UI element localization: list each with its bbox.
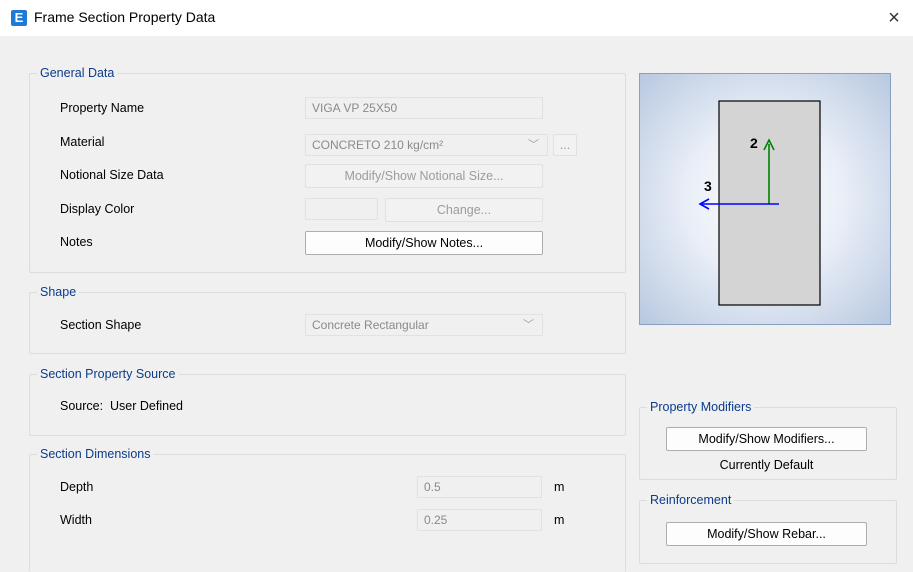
display-color-label: Display Color [60,202,135,216]
close-button[interactable]: × [881,5,907,31]
property-name-label: Property Name [60,101,145,115]
depth-label: Depth [60,480,94,494]
width-input[interactable]: 0.25 [417,509,542,531]
modify-rebar-button[interactable]: Modify/Show Rebar... [666,522,867,546]
notional-size-label: Notional Size Data [60,168,164,182]
general-data-legend: General Data [37,65,118,81]
change-color-button[interactable]: Change... [385,198,543,222]
section-property-source-legend: Section Property Source [37,366,179,382]
reinforcement-legend: Reinforcement [647,492,735,508]
display-color-swatch [305,198,378,220]
chevron-down-icon: ﹀ [523,319,534,331]
material-select-value: CONCRETO 210 kg/cm² [312,138,444,152]
notes-button[interactable]: Modify/Show Notes... [305,231,543,255]
axis-3-label: 3 [704,178,712,194]
etabs-app-icon: E [11,10,27,26]
modify-modifiers-button[interactable]: Modify/Show Modifiers... [666,427,867,451]
section-shape-label: Section Shape [60,318,142,332]
section-preview: 2 3 [639,73,891,325]
window-title: Frame Section Property Data [34,9,216,25]
section-shape-select[interactable]: Concrete Rectangular ﹀ [305,314,543,336]
title-bar: E Frame Section Property Data × [0,0,913,36]
width-unit: m [554,513,565,527]
depth-unit: m [554,480,565,494]
width-label: Width [60,513,92,527]
chevron-down-icon: ﹀ [528,139,539,151]
section-dimensions-legend: Section Dimensions [37,446,154,462]
notional-size-button[interactable]: Modify/Show Notional Size... [305,164,543,188]
source-text: Source: User Defined [60,399,183,413]
shape-legend: Shape [37,284,80,300]
section-preview-drawing: 2 3 [698,100,821,306]
depth-input[interactable]: 0.5 [417,476,542,498]
property-modifiers-legend: Property Modifiers [647,399,755,415]
material-select[interactable]: CONCRETO 210 kg/cm² ﹀ [305,134,548,156]
notes-label: Notes [60,235,93,249]
axis-2-label: 2 [750,135,758,151]
property-name-field[interactable]: VIGA VP 25X50 [305,97,543,119]
material-label: Material [60,135,105,149]
material-more-button[interactable]: ... [553,134,577,156]
section-shape-value: Concrete Rectangular [312,318,429,332]
modifiers-status: Currently Default [719,458,814,472]
